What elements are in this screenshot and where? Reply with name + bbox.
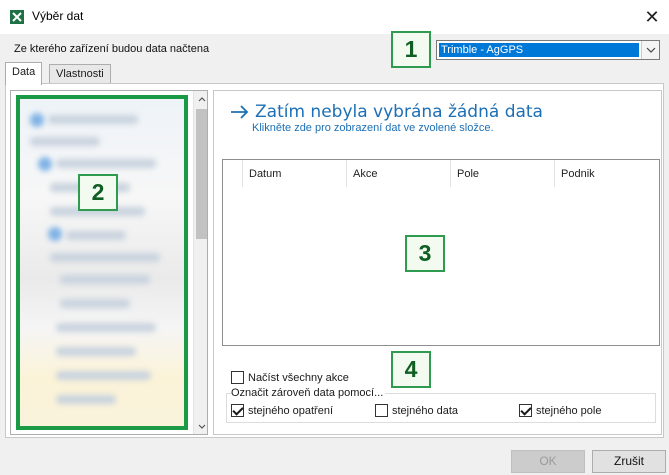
same-measure-option[interactable]: stejného opatření bbox=[231, 404, 333, 417]
title-bar: Výběr dat ✕ bbox=[0, 0, 669, 34]
tab-properties[interactable]: Vlastnosti bbox=[49, 64, 111, 84]
same-measure-label: stejného opatření bbox=[248, 404, 334, 417]
callout-badge: 2 bbox=[78, 174, 118, 211]
no-data-header: Zatím nebyla vybrána žádná data bbox=[229, 102, 543, 122]
same-field-label: stejného pole bbox=[536, 404, 602, 417]
folder-tree-scrollbar[interactable] bbox=[193, 91, 207, 434]
tab-data[interactable]: Data bbox=[5, 62, 43, 85]
callout-badge: 1 bbox=[391, 31, 431, 68]
ok-button[interactable]: OK bbox=[511, 450, 585, 473]
folder-tree[interactable] bbox=[10, 90, 208, 435]
excel-icon bbox=[10, 10, 24, 24]
callout-badge: 4 bbox=[391, 351, 431, 388]
load-all-actions-label: Načíst všechny akce bbox=[248, 371, 349, 384]
column-header-field[interactable]: Pole bbox=[457, 168, 479, 180]
no-data-title: Zatím nebyla vybrána žádná data bbox=[255, 102, 543, 122]
device-select[interactable]: Trimble - AgGPS bbox=[436, 40, 660, 60]
scroll-up-icon[interactable] bbox=[194, 91, 207, 107]
same-date-checkbox[interactable] bbox=[375, 404, 388, 417]
same-field-checkbox[interactable] bbox=[519, 404, 532, 417]
device-select-value: Trimble - AgGPS bbox=[439, 43, 639, 57]
show-data-link[interactable]: Klikněte zde pro zobrazení dat ve zvolen… bbox=[252, 122, 494, 134]
folder-tree-blurred-content bbox=[16, 95, 188, 430]
column-header-action[interactable]: Akce bbox=[353, 168, 377, 180]
window-title: Výběr dat bbox=[32, 9, 84, 23]
scroll-down-icon[interactable] bbox=[194, 418, 207, 434]
arrow-right-icon bbox=[231, 105, 249, 119]
column-header-company[interactable]: Podnik bbox=[561, 168, 595, 180]
chevron-down-icon[interactable] bbox=[641, 41, 659, 59]
same-date-label: stejného data bbox=[392, 404, 459, 417]
same-field-option[interactable]: stejného pole bbox=[519, 404, 601, 417]
load-all-actions-option[interactable]: Načíst všechny akce bbox=[231, 371, 349, 384]
same-date-option[interactable]: stejného data bbox=[375, 404, 458, 417]
column-header-date[interactable]: Datum bbox=[249, 168, 281, 180]
scrollbar-thumb[interactable] bbox=[196, 109, 207, 239]
same-measure-checkbox[interactable] bbox=[231, 404, 244, 417]
close-button[interactable]: ✕ bbox=[635, 0, 669, 34]
cancel-button[interactable]: Zrušit bbox=[592, 450, 666, 473]
mark-options-label: Označit zároveň data pomocí... bbox=[231, 387, 386, 399]
callout-badge: 3 bbox=[405, 235, 445, 272]
load-all-actions-checkbox[interactable] bbox=[231, 371, 244, 384]
device-label: Ze kterého zařízení budou data načtena bbox=[14, 43, 210, 55]
close-icon: ✕ bbox=[644, 6, 660, 27]
